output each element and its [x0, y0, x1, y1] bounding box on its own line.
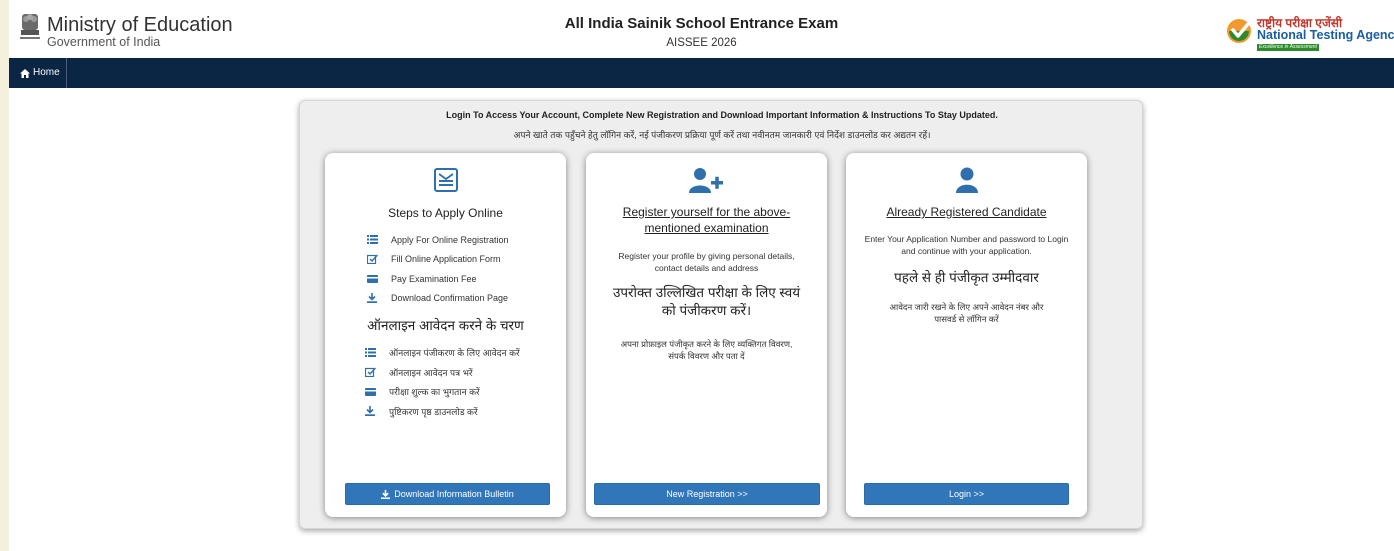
main-panel: Login To Access Your Account, Complete N…: [299, 100, 1143, 529]
home-icon: [20, 68, 30, 78]
register-title-hindi: उपरोक्त उल्लिखित परीक्षा के लिए स्वयं को…: [612, 285, 801, 318]
page: Ministry of Education Government of Indi…: [9, 0, 1394, 551]
login-title-hindi: पहले से ही पंजीकृत उम्मीदवार: [894, 270, 1039, 285]
list-icon: [367, 235, 378, 245]
download-icon: [365, 406, 375, 417]
list-item: Fill Online Application Form: [367, 250, 509, 270]
steps-list-hindi: ऑनलाइन पंजीकरण के लिए आवेदन करें ऑनलाइन …: [365, 343, 520, 421]
exam-title: All India Sainik School Entrance Exam: [564, 15, 839, 32]
login-title-link[interactable]: Already Registered Candidate: [856, 204, 1077, 220]
download-bulletin-button[interactable]: Download Information Bulletin: [345, 483, 550, 505]
download-icon: [381, 489, 391, 499]
steps-list-english: Apply For Online Registration Fill Onlin…: [367, 230, 509, 308]
login-description: Enter Your Application Number and passwo…: [864, 234, 1069, 256]
list-item: Pay Examination Fee: [367, 269, 509, 289]
form-icon: [433, 168, 458, 192]
navbar: Home: [9, 58, 1394, 88]
list-item: ऑनलाइन आवेदन पत्र भरें: [365, 363, 520, 383]
login-description-hindi: आवेदन जारी रखने के लिए अपने आवेदन नंबर औ…: [889, 302, 1044, 324]
edit-icon: [365, 367, 376, 378]
list-item: पुष्टिकरण पृष्ठ डाउनलोड करें: [365, 402, 520, 422]
register-card: Register yourself for the above-mentione…: [586, 153, 827, 517]
intro-hindi: अपने खाते तक पहुँचने हेतु लॉगिन करें, नई…: [513, 130, 931, 140]
register-description-hindi: अपना प्रोफ़ाइल पंजीकृत करने के लिए व्यक्…: [620, 339, 793, 361]
edit-icon: [367, 254, 378, 265]
register-description: Register your profile by giving personal…: [618, 251, 795, 273]
register-title-link[interactable]: Register yourself for the above-mentione…: [608, 204, 805, 236]
header: Ministry of Education Government of Indi…: [9, 0, 1394, 58]
nta-logo-icon: [1227, 19, 1251, 43]
list-item: ऑनलाइन पंजीकरण के लिए आवेदन करें: [365, 343, 520, 363]
nta-tagline: Excellence in Assessment: [1257, 44, 1319, 51]
card-icon: [367, 274, 378, 283]
intro-english: Login To Access Your Account, Complete N…: [446, 110, 998, 120]
login-card: Already Registered Candidate Enter Your …: [846, 153, 1087, 517]
login-button[interactable]: Login >>: [864, 483, 1069, 505]
card-icon: [365, 387, 376, 396]
nta-english-name: National Testing Agency: [1257, 28, 1394, 42]
steps-card: Steps to Apply Online Apply For Online R…: [325, 153, 566, 517]
nav-home-label: Home: [33, 67, 60, 78]
list-item: Apply For Online Registration: [367, 230, 509, 250]
list-icon: [365, 348, 376, 358]
list-item: Download Confirmation Page: [367, 289, 509, 309]
list-item: परीक्षा शुल्क का भुगतान करें: [365, 382, 520, 402]
user-icon: [955, 167, 978, 193]
steps-title: Steps to Apply Online: [388, 206, 503, 220]
exam-code: AISSEE 2026: [666, 37, 737, 49]
download-icon: [367, 293, 377, 304]
nav-home-link[interactable]: Home: [9, 58, 67, 88]
new-registration-button[interactable]: New Registration >>: [594, 483, 820, 505]
add-user-icon: [688, 168, 723, 193]
steps-title-hindi: ऑनलाइन आवेदन करने के चरण: [367, 318, 524, 333]
